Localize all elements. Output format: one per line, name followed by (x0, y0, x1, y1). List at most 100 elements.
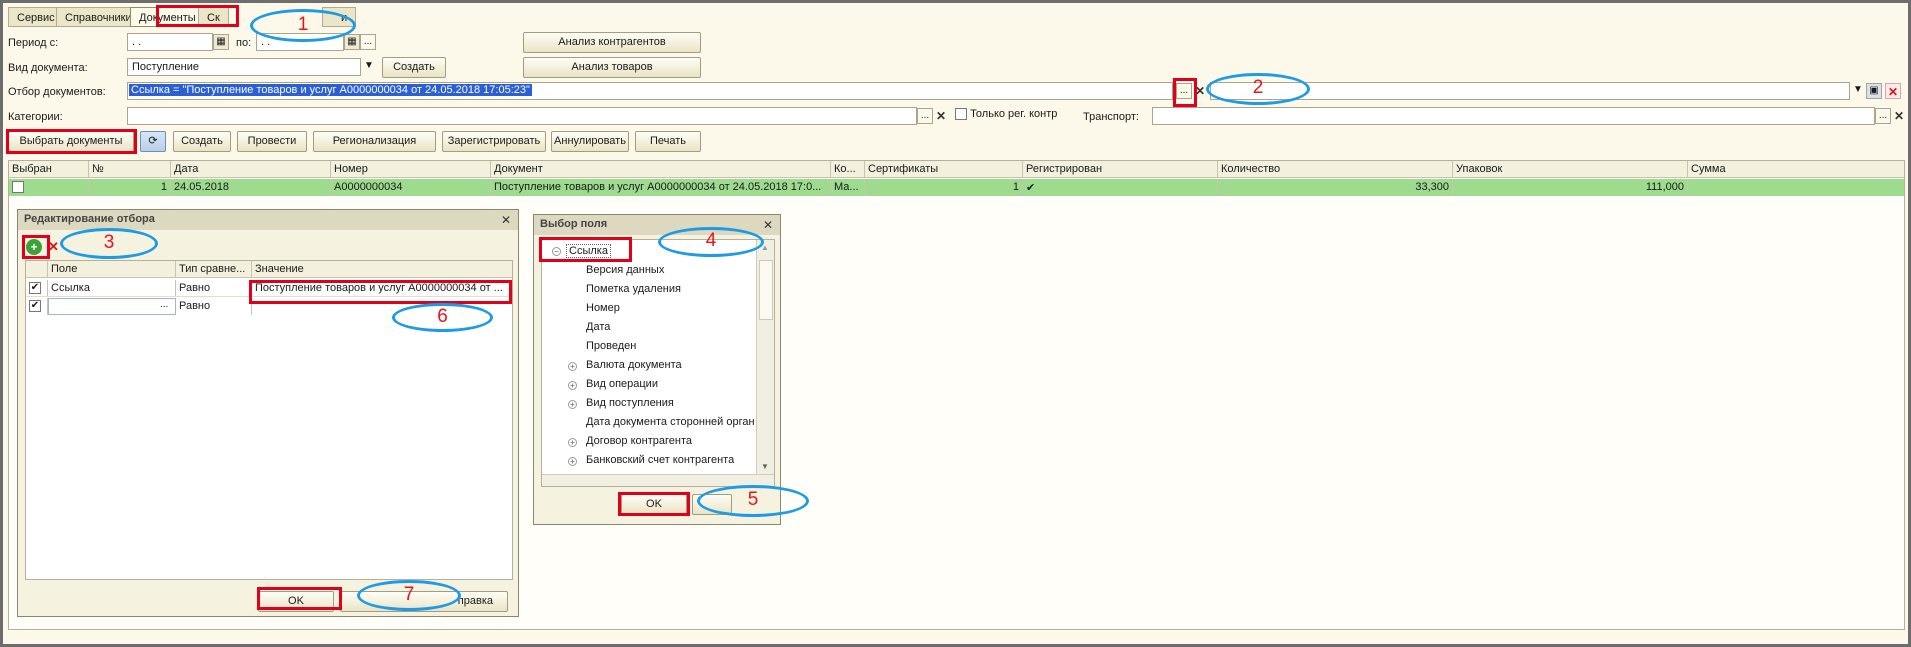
row-selected-cell[interactable] (9, 179, 89, 196)
tab-reference[interactable]: Справочники (56, 7, 141, 27)
col-sum[interactable]: Сумма (1688, 161, 1904, 177)
filter-col-field[interactable]: Поле (48, 261, 176, 277)
annul-button[interactable]: Аннулировать (551, 131, 629, 152)
filter-col-check (26, 261, 48, 277)
tree-item[interactable]: Пометка удаления (586, 283, 681, 295)
post-button[interactable]: Провести (237, 131, 307, 152)
close-icon[interactable]: ✕ (760, 217, 776, 233)
filter-field[interactable]: Ссылка = "Поступление товаров и услуг A0… (127, 82, 1173, 100)
save-icon[interactable]: ▣ (1866, 83, 1882, 99)
tree-item[interactable]: Версия данных (586, 264, 664, 276)
scroll-thumb[interactable] (759, 260, 773, 320)
categories-clear-icon[interactable]: ✕ (933, 108, 949, 124)
col-packs[interactable]: Упаковок (1453, 161, 1688, 177)
tab-warehouse[interactable]: Ск (198, 7, 229, 27)
print-button[interactable]: Печать (635, 131, 701, 152)
filter-row-check[interactable]: ✔ (26, 280, 48, 296)
expand-icon[interactable]: + (568, 438, 577, 447)
filter-col-cmp[interactable]: Тип сравне... (176, 261, 252, 277)
tree-item[interactable]: Номер (586, 302, 620, 314)
period-to-label: по: (236, 37, 252, 49)
analysis-goods-button[interactable]: Анализ товаров (523, 57, 701, 78)
col-num[interactable]: № (89, 161, 171, 177)
col-ko[interactable]: Ко... (831, 161, 865, 177)
row-packs: 111,000 (1453, 179, 1688, 196)
col-registered[interactable]: Регистрирован (1023, 161, 1218, 177)
tree-item[interactable]: Дата документа сторонней орган (586, 416, 755, 428)
transport-clear-icon[interactable]: ✕ (1891, 108, 1907, 124)
analysis-contractors-button[interactable]: Анализ контрагентов (523, 32, 701, 53)
tree-item[interactable]: Проведен (586, 340, 636, 352)
regionalization-button[interactable]: Регионализация (313, 131, 436, 152)
col-number[interactable]: Номер (331, 161, 491, 177)
categories-select-button[interactable]: ... (917, 108, 933, 124)
doc-type-label: Вид документа: (8, 62, 88, 74)
filter-select-button[interactable]: ... (1176, 83, 1192, 99)
filter-label: Отбор документов: (8, 86, 106, 98)
filter-row-field[interactable]: Ссылка (48, 280, 176, 296)
table-row[interactable]: 1 24.05.2018 A0000000034 Поступление тов… (9, 179, 1904, 196)
col-selected[interactable]: Выбран (9, 161, 89, 177)
collapse-icon[interactable]: − (552, 247, 561, 256)
expand-icon[interactable]: + (568, 381, 577, 390)
filter-dialog: Редактирование отбора ✕ + ✕ Поле Тип сра… (17, 209, 519, 617)
expand-icon[interactable]: + (568, 400, 577, 409)
filter-row-check[interactable]: ✔ (26, 298, 48, 315)
chevron-down-icon[interactable]: ▼ (1850, 83, 1866, 99)
transport-select-button[interactable]: ... (1875, 108, 1891, 124)
tree-item[interactable]: Валюта документа (586, 359, 682, 371)
transport-field[interactable] (1152, 107, 1875, 125)
filter-ok-button[interactable]: OK (258, 591, 334, 612)
only-reg-checkbox[interactable]: Только рег. контр (955, 108, 1057, 121)
filter-row-cmp[interactable]: Равно (176, 280, 252, 296)
filter-row-value[interactable]: Поступление товаров и услуг A0000000034 … (252, 280, 512, 296)
filter-row-cmp[interactable]: Равно (176, 298, 252, 315)
row-registered: ✔ (1023, 179, 1218, 196)
tree-root-item[interactable]: Ссылка (566, 244, 611, 258)
filter-row-field-input[interactable] (48, 298, 176, 315)
field-select-button[interactable]: ... (160, 299, 168, 310)
col-document[interactable]: Документ (491, 161, 831, 177)
checkbox-checked[interactable]: ✔ (29, 300, 41, 313)
tree-item[interactable]: Банковский счет контрагента (586, 454, 734, 466)
table-row[interactable]: ✔ Ссылка Равно Поступление товаров и усл… (26, 280, 512, 297)
checkbox-checked[interactable]: ✔ (29, 282, 41, 295)
expand-icon[interactable]: + (568, 362, 577, 371)
create-doc-button[interactable]: Создать (382, 57, 446, 78)
doc-type-select[interactable]: Поступление (127, 58, 361, 76)
period-select-button[interactable]: ... (360, 34, 376, 50)
tree-scrollbar[interactable]: ▲ ▼ (756, 240, 774, 474)
add-icon[interactable]: + (26, 239, 42, 255)
refresh-icon[interactable]: ⟳ (140, 131, 166, 152)
categories-field[interactable] (127, 107, 917, 125)
field-ok-button[interactable]: OK (621, 494, 687, 515)
col-qty[interactable]: Количество (1218, 161, 1453, 177)
filter-value: Ссылка = "Поступление товаров и услуг A0… (129, 84, 532, 96)
close-icon[interactable]: ✕ (498, 212, 514, 228)
tab-documents[interactable]: Документы (130, 7, 205, 27)
col-certs[interactable]: Сертификаты (865, 161, 1023, 177)
tree-item[interactable]: Договор контрагента (586, 435, 692, 447)
row-document: Поступление товаров и услуг A0000000034 … (491, 179, 831, 196)
select-docs-button[interactable]: Выбрать документы (8, 131, 134, 152)
tree-item[interactable]: Вид поступления (586, 397, 674, 409)
filter-col-value[interactable]: Значение (252, 261, 512, 277)
calendar-icon[interactable]: ▦ (344, 34, 360, 50)
col-date[interactable]: Дата (171, 161, 331, 177)
create-button[interactable]: Создать (173, 131, 231, 152)
tree-item[interactable]: Вид операции (586, 378, 658, 390)
delete-icon[interactable]: ✕ (48, 239, 59, 255)
chevron-down-icon[interactable]: ▼ (361, 59, 377, 75)
period-from-field[interactable]: . . (127, 33, 213, 51)
row-sum (1688, 179, 1904, 196)
callout-6: 6 (392, 303, 493, 332)
register-button[interactable]: Зарегистрировать (442, 131, 546, 152)
scroll-down-icon[interactable]: ▼ (761, 462, 769, 471)
calendar-icon[interactable]: ▦ (213, 34, 229, 50)
row-checkbox[interactable] (12, 181, 24, 194)
row-date: 24.05.2018 (171, 179, 331, 196)
checkbox-box[interactable] (955, 108, 967, 121)
tree-item[interactable]: Дата (586, 321, 610, 333)
close-icon[interactable]: ✕ (1885, 83, 1901, 99)
expand-icon[interactable]: + (568, 457, 577, 466)
